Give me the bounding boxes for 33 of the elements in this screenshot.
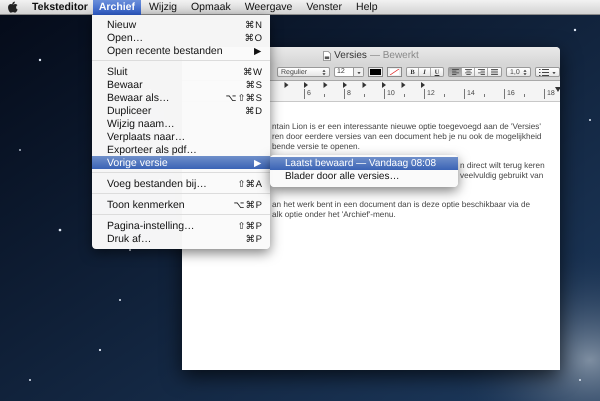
menu-item[interactable]: Open recente bestanden ▶ <box>92 44 270 57</box>
document-text: ren door eerdere versies van een document heb je nu ook de mogelijkheid <box>272 132 542 142</box>
menu-bar-item[interactable]: Venster <box>300 0 348 14</box>
document-text: ntain Lion is er een interessante nieuwe optie toegevoegd aan de 'Versies' <box>272 122 542 132</box>
menu-bar-item[interactable]: Archief <box>92 0 142 14</box>
menu-bar-item[interactable]: Wijzig <box>143 0 184 14</box>
edited-status: — Bewerkt <box>370 50 419 61</box>
menu-bar-item[interactable]: Opmaak <box>185 0 237 14</box>
document-text: n direct wilt terug keren <box>460 161 546 171</box>
menu-item[interactable]: Verplaats naar… <box>92 130 270 143</box>
menu-item[interactable]: Toon kenmerken ⌥⌘P <box>92 198 270 211</box>
menu-item[interactable]: Wijzig naam… <box>92 117 270 130</box>
document-text: veelvuldig gebruikt van <box>460 171 544 181</box>
menu-item[interactable]: Voeg bestanden bij… ⇧⌘A <box>92 177 270 190</box>
menu-item[interactable]: Exporteer als pdf… <box>92 143 270 156</box>
menu-item[interactable]: Open… ⌘O <box>92 31 270 44</box>
menu-item[interactable]: Vorige versie ▶ <box>92 156 270 169</box>
document-text: an het werk bent in een document dan is deze optie beschikbaar via de <box>272 200 532 210</box>
menu-item[interactable]: Bewaar ⌘S <box>92 78 270 91</box>
menu-item[interactable]: Sluit ⌘W <box>92 65 270 78</box>
menu-item[interactable]: Dupliceer ⌘D <box>92 104 270 117</box>
menu-item[interactable]: Druk af… ⌘P <box>92 232 270 245</box>
menu-item[interactable]: Bewaar als… ⌥⇧⌘S <box>92 91 270 104</box>
menu-item[interactable]: Laatst bewaard — Vandaag 08:08 <box>270 157 458 170</box>
document-text: alk optie onder het 'Archief'-menu. <box>272 210 397 220</box>
menu-item[interactable]: Nieuw ⌘N <box>92 18 270 31</box>
menu-item[interactable]: Blader door alle versies… <box>270 170 458 183</box>
menu-bar-item[interactable]: Weergave <box>238 0 298 14</box>
window-title: Versies <box>334 50 367 61</box>
document-text: bende versie te openen. <box>272 142 361 152</box>
app-menu[interactable]: Teksteditor <box>27 0 93 14</box>
menu-item[interactable]: Pagina-instelling… ⇧⌘P <box>92 219 270 232</box>
menu-bar-item[interactable]: Help <box>350 0 384 14</box>
